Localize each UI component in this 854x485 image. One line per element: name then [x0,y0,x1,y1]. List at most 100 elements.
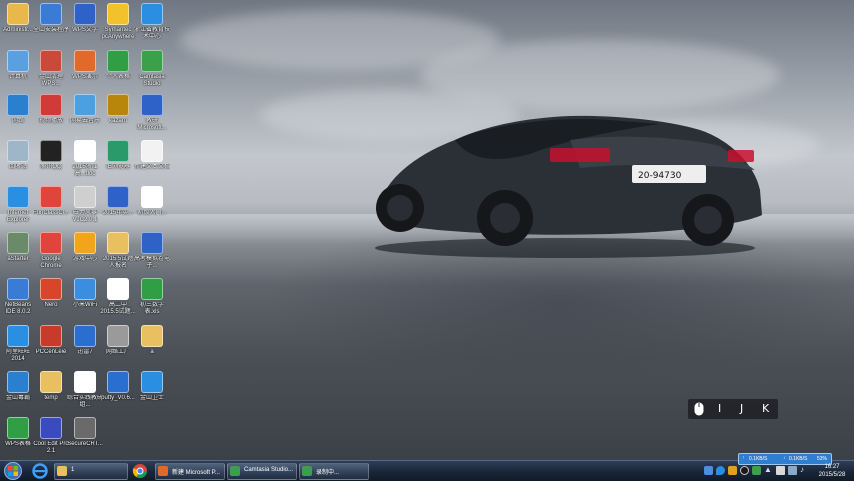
desktop-icon[interactable]: WPS演示 [67,50,103,81]
desktop-icon[interactable]: 个人表格 [100,50,136,81]
desktop-icon[interactable]: 高考模拟卷电子... [134,232,170,270]
desktop-icon-label: 计算机 [8,74,27,80]
desktop-icon-label: 全山安装程序 [33,27,69,33]
desktop-icon[interactable]: 金山毒霸 [0,371,36,402]
desktop-icon[interactable]: 初级入门... [134,186,170,217]
task-powerpoint[interactable]: 新建 Microsoft P... [155,463,225,480]
desktop-icon[interactable]: Administr... [0,3,36,34]
desktop-icon[interactable]: Internet Explorer [0,186,36,224]
thunder-icon [74,325,96,347]
desktop-icon-label: 初三数学表.xls [139,302,164,315]
clock[interactable]: 16:27 2015/5/28 [812,463,852,479]
desktop-icon-label: Camtasia Studio [139,74,165,87]
desktop-icon-label: 网络工厂 [105,349,130,355]
desktop-icon[interactable]: 2015.5试题人报名 [100,232,136,270]
desktop-icon[interactable]: Google Chrome [33,232,69,270]
tray-arrow-icon[interactable]: ▲ [764,465,772,474]
desktop-icon[interactable]: FunClassCl... [33,186,69,217]
chrome-taskbar-icon[interactable] [132,463,148,479]
desktop-icon[interactable]: 新建文本文档 [134,140,170,171]
task-recording[interactable]: 录制中... [299,463,369,480]
desktop-icon[interactable]: 2015年实... [100,186,136,217]
desktop-icon[interactable]: NetBeans IDE 8.0.2 [0,278,36,316]
desktop-icon[interactable]: temp [33,371,69,402]
desktop-icon[interactable]: kazam [100,94,136,125]
desktop-icon[interactable]: WPS表格 [0,417,36,448]
cool-edit-icon [40,417,62,439]
desktop-icon[interactable]: 网络 [0,94,36,125]
folder-icon [40,371,62,393]
start-button[interactable] [2,462,24,480]
nero-icon [40,278,62,300]
desktop-icon[interactable]: 高二中2015.5试题... [100,278,136,316]
tray-app-icon[interactable] [728,466,737,475]
desktop-icon[interactable]: putty_V0.6... [100,371,136,402]
desktop-icon[interactable]: 教研 Microsoft... [134,94,170,132]
word-icon [141,232,163,254]
desktop-icon[interactable]: aStarter [0,232,36,263]
download-arrow-icon: ↓ [783,455,786,461]
tray-ime-icon[interactable] [704,466,713,475]
key-overlay: I J K [688,399,778,419]
ie-icon [7,186,29,208]
computer-icon [7,50,29,72]
chrome-icon [40,186,62,208]
upload-arrow-icon: ↑ [742,455,745,461]
tray-shield-icon[interactable] [716,466,725,475]
desktop-icon[interactable]: 计算机 [0,50,36,81]
desktop-icon-label: Nero [44,302,58,308]
desktop-icon[interactable]: IE浏览器 [100,140,136,171]
desktop-icon[interactable]: 视频播放 [33,94,69,125]
desktop-icon[interactable]: Camtasia Studio [134,50,170,88]
desktop-icon[interactable]: 游戏中心 [67,232,103,263]
key-k: K [762,402,770,415]
desktop-icon[interactable]: 迅雷7 [67,325,103,356]
word-icon [141,94,163,116]
desktop-icon-label: Administr... [3,27,33,33]
desktop-icon[interactable]: 初三数学表.xls [134,278,170,316]
tray-security-icon[interactable] [752,466,761,475]
aliwangwang-icon [7,325,29,347]
desktop-icon-label: PCCenLeie [35,349,67,355]
desktop-icon-label: 阿里旺旺2014 [5,349,30,362]
tray-flag-icon[interactable] [776,466,785,475]
car-wallpaper: 20-94730 [375,115,762,258]
desktop-icon-label: 2015.5试题人报名 [102,256,134,269]
desktop-icon[interactable]: Cool Edit Pro 2.1 [33,417,69,455]
task-camtasia-studio[interactable]: Camtasia Studio... [227,463,297,480]
desktop-icon[interactable]: 阿里旺旺2014 [0,325,36,363]
desktop-icon[interactable]: WPS文字 [67,3,103,34]
tray-qq-icon[interactable] [740,466,749,475]
desktop-icon[interactable]: 小米WiFi [67,278,103,309]
task-explorer-folder[interactable]: 1 [54,463,128,480]
browser-icon [107,140,129,162]
desktop-icon-label: kazam [109,118,127,124]
tray-network-icon[interactable] [788,466,797,475]
desktop-icon[interactable]: a [134,325,170,356]
app-icon [40,3,62,25]
desktop-icon[interactable]: 综合实践教研组... [67,371,103,409]
desktop-icon[interactable]: 浙江省教育技术中心 [134,3,170,41]
desktop-icon[interactable]: PCCenLeie [33,325,69,356]
desktop-icon-label: 高二中2015.5试题... [100,302,136,315]
desktop-icon[interactable]: Nero [33,278,69,309]
desktop-icon[interactable]: 网易云音乐 [67,94,103,125]
desktop-icon[interactable]: 网络工厂 [100,325,136,356]
desktop-icon[interactable]: 金山清理WPS... [33,50,69,88]
tool-icon [74,186,96,208]
ie-taskbar-icon[interactable] [32,463,48,479]
desktop-icon-label: Cool Edit Pro 2.1 [33,441,69,454]
mouse-icon [694,402,704,416]
text-file-icon [141,140,163,162]
desktop-icon[interactable]: SecureCRT... [67,417,103,448]
desktop-icon[interactable]: Symantec pcAnywhere [100,3,136,41]
desktop-icon[interactable]: 腾讯QQ [33,140,69,171]
doc-icon [107,278,129,300]
desktop-icon[interactable]: 回收站 [0,140,36,171]
camtasia-icon [230,466,240,476]
desktop-icon[interactable]: 全山安装程序 [33,3,69,34]
desktop-icon[interactable]: 磁力风暴VJC2.0.1 [67,186,103,224]
tray-volume-icon[interactable]: ♪ [800,465,804,474]
desktop-icon[interactable]: 金山卫士 [134,371,170,402]
desktop-icon[interactable]: 2015浙江高...doc [67,140,103,178]
